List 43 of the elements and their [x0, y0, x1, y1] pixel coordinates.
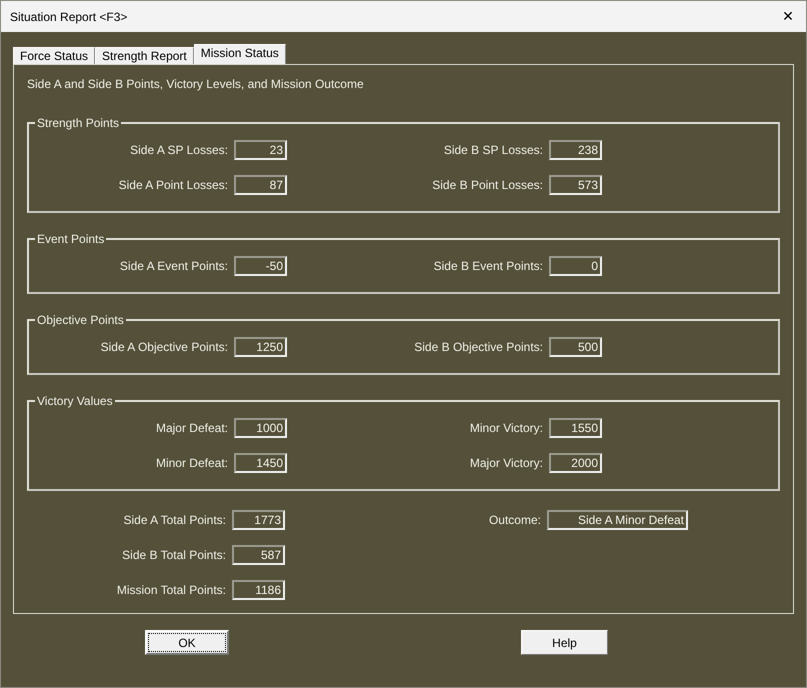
field-label: Side A Point Losses:	[118, 178, 229, 192]
field-label: Major Victory:	[468, 456, 544, 470]
close-button[interactable]: ✕	[770, 1, 806, 32]
value-field: 587	[232, 545, 285, 565]
value-field: 2000	[549, 453, 602, 473]
value-field: 1186	[232, 580, 285, 600]
field-label: Major Defeat:	[154, 421, 229, 435]
value-field: 23	[234, 140, 287, 160]
group-title: Strength Points	[35, 115, 122, 131]
field-label: Minor Defeat:	[154, 456, 229, 470]
window-title: Situation Report <F3>	[10, 10, 128, 24]
value-field: 1250	[234, 337, 287, 357]
field-label: Side B Event Points:	[432, 259, 544, 273]
value-field: 87	[234, 175, 287, 195]
panel-heading: Side A and Side B Points, Victory Levels, and Mission Outcome	[27, 77, 365, 93]
field-label: Side A Objective Points:	[100, 340, 229, 354]
field-label: Side A SP Losses:	[129, 143, 229, 157]
field-label: Minor Victory:	[468, 421, 544, 435]
value-field: 1450	[234, 453, 287, 473]
field-label: Side B Objective Points:	[413, 340, 544, 354]
field-label: Outcome:	[488, 513, 542, 527]
field-label: Side A Event Points:	[118, 259, 229, 273]
field-label: Side A Total Points:	[122, 513, 227, 527]
value-field: 1773	[232, 510, 285, 530]
value-field: Side A Minor Defeat	[547, 510, 688, 530]
value-field: -50	[234, 256, 287, 276]
value-field: 500	[549, 337, 602, 357]
field-label: Side B Total Points:	[121, 548, 227, 562]
value-field: 573	[549, 175, 602, 195]
value-field: 1000	[234, 418, 287, 438]
field-label: Mission Total Points:	[116, 583, 227, 597]
tab[interactable]: Force Status	[13, 47, 96, 64]
field-label: Side B Point Losses:	[431, 178, 544, 192]
value-field: 0	[549, 256, 602, 276]
field-label: Side B SP Losses:	[442, 143, 544, 157]
help-button[interactable]: Help	[521, 630, 608, 655]
ok-button[interactable]: OK	[145, 630, 229, 655]
group-title: Victory Values	[35, 393, 115, 409]
tab[interactable]: Strength Report	[95, 47, 194, 64]
value-field: 238	[549, 140, 602, 160]
group-title: Objective Points	[35, 312, 126, 328]
tab[interactable]: Mission Status	[194, 44, 286, 64]
value-field: 1550	[549, 418, 602, 438]
